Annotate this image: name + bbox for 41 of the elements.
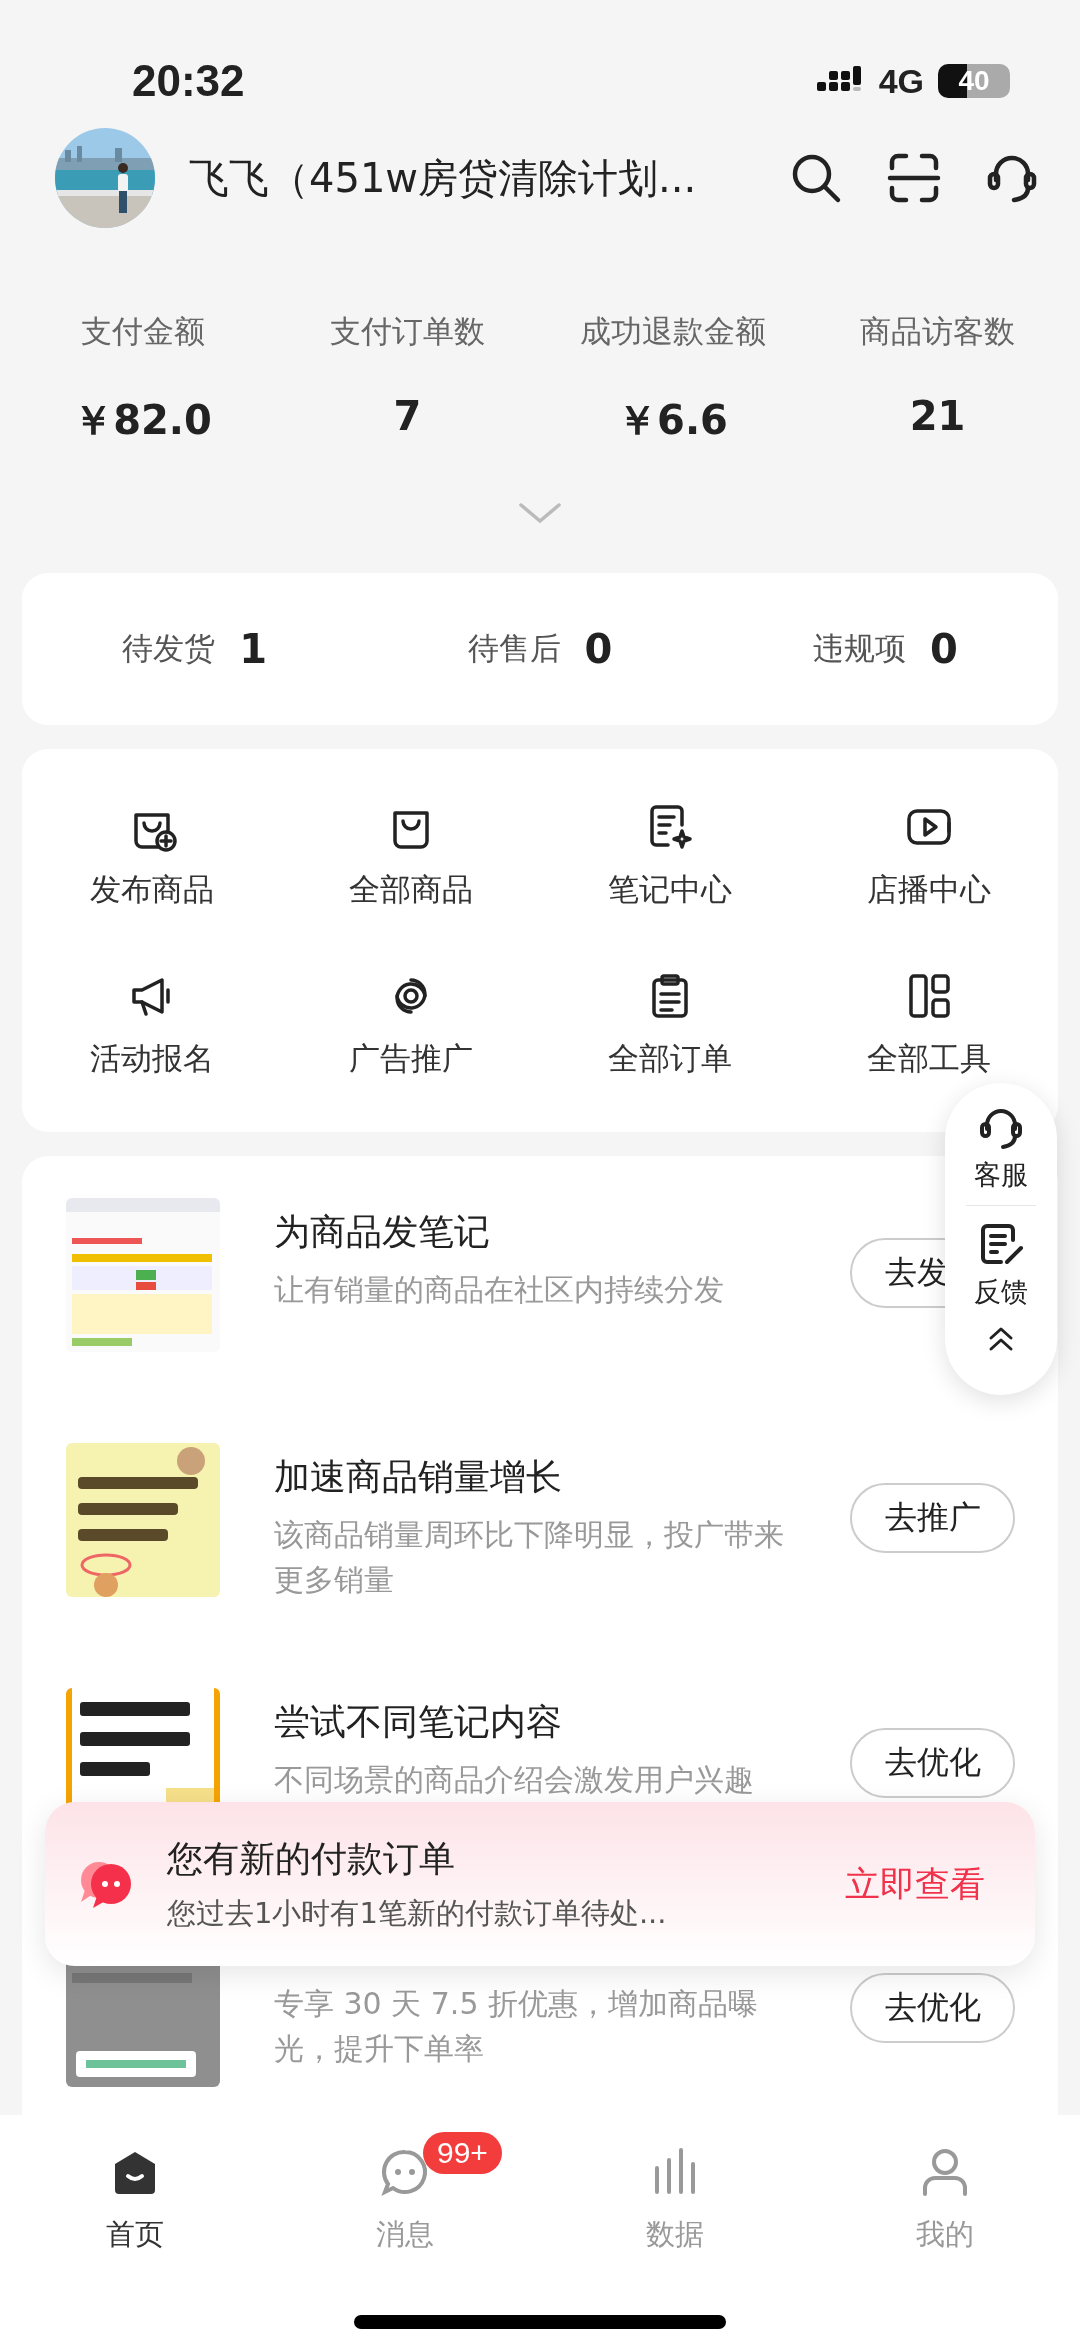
task-title: 尝试不同笔记内容 <box>274 1700 563 1744</box>
stat-label: 商品访客数 <box>860 312 1015 351</box>
tool-button[interactable]: 笔记中心 <box>540 771 799 941</box>
tool-button[interactable]: 广告推广 <box>281 940 540 1110</box>
task-description: 该商品销量周环比下降明显，投广带来更多销量 <box>274 1516 785 1599</box>
view-now-link[interactable]: 立即查看 <box>845 1860 985 1908</box>
task-description: 专享 30 天 7.5 折优惠，增加商品曝光，提升下单率 <box>274 1985 760 2068</box>
tab[interactable]: 首页 <box>0 2115 270 2265</box>
toast-message: 您过去1小时有1笔新的付款订单待处... <box>167 1894 668 1932</box>
shop-name: 飞飞（451w房贷清除计划... <box>189 153 698 203</box>
task-description: 让有销量的商品在社区内持续分发 <box>274 1271 725 1309</box>
toast-title: 您有新的付款订单 <box>167 1836 456 1881</box>
todo-count[interactable]: 0 <box>929 626 958 672</box>
stat-label: 成功退款金额 <box>579 312 766 351</box>
tool-button[interactable]: 全部订单 <box>540 940 799 1110</box>
action-button[interactable]: 去推广 <box>850 1483 1015 1553</box>
task-description: 不同场景的商品介绍会激发用户兴趣 <box>274 1761 755 1799</box>
tool-button[interactable]: 全部商品 <box>281 771 540 941</box>
stat-value: 7 <box>393 393 422 439</box>
task-title: 加速商品销量增长 <box>274 1455 563 1499</box>
unread-badge: 99+ <box>423 2132 502 2174</box>
tab[interactable]: 99+ 消息 <box>270 2115 540 2265</box>
task-title: 为商品发笔记 <box>274 1210 491 1254</box>
tool-button[interactable]: 发布商品 <box>22 771 281 941</box>
stat-value: 21 <box>909 393 966 439</box>
action-button[interactable]: 去优化 <box>850 1973 1015 2043</box>
action-button[interactable]: 去优化 <box>850 1728 1015 1798</box>
notification-toast[interactable]: 您有新的付款订单 您过去1小时有1笔新的付款订单待处... 立即查看 <box>45 1802 1035 1966</box>
todo-label[interactable]: 违规项 <box>812 628 906 670</box>
stat-label: 支付订单数 <box>330 312 485 351</box>
todo-count[interactable]: 1 <box>239 626 268 672</box>
stat-value: ￥82.0 <box>73 396 212 445</box>
tool-button[interactable]: 店播中心 <box>799 771 1058 941</box>
network-label: 4G <box>878 61 924 101</box>
todo-label[interactable]: 待售后 <box>467 628 561 670</box>
clock-time: 20:32 <box>132 56 245 106</box>
todo-label[interactable]: 待发货 <box>122 628 216 670</box>
stat-label: 支付金额 <box>80 312 205 351</box>
todo-count[interactable]: 0 <box>584 626 613 672</box>
stat-value: ￥6.6 <box>617 396 728 445</box>
tool-button[interactable]: 活动报名 <box>22 940 281 1110</box>
